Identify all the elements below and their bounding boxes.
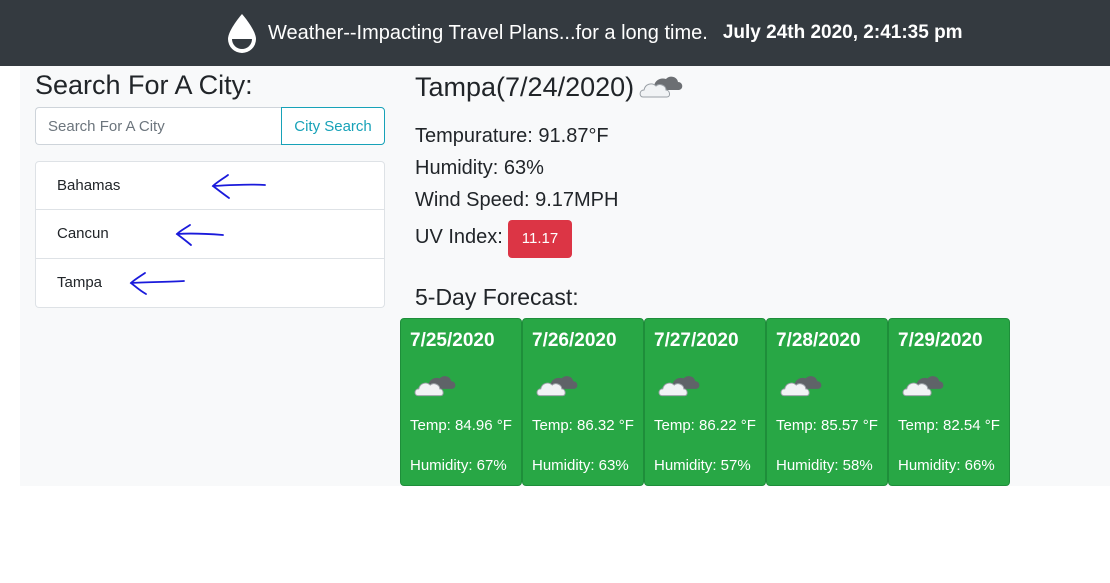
- uv-index-label: UV Index:: [415, 226, 503, 248]
- cloud-icon: [658, 376, 700, 397]
- forecast-temp: Temp: 84.96 °F: [410, 417, 512, 434]
- cloud-icon: [414, 376, 456, 397]
- water-drop-icon: [228, 14, 256, 53]
- forecast-humidity: Humidity: 57%: [654, 457, 751, 474]
- forecast-temp: Temp: 86.32 °F: [532, 417, 634, 434]
- uv-index-badge: 11.17: [508, 220, 572, 258]
- history-item-cancun[interactable]: Cancun: [35, 210, 385, 259]
- current-temperature: Tempurature: 91.87°F: [415, 125, 609, 147]
- forecast-date: 7/28/2020: [776, 330, 861, 351]
- current-datetime: July 24th 2020, 2:41:35 pm: [722, 22, 963, 43]
- hand-drawn-arrow-icon: [129, 272, 185, 295]
- forecast-heading: 5-Day Forecast:: [415, 284, 579, 310]
- forecast-card: 7/29/2020 Temp: 82.54 °F Humidity: 66%: [888, 318, 1010, 486]
- forecast-card: 7/28/2020 Temp: 85.57 °F Humidity: 58%: [766, 318, 888, 486]
- search-history-list: Bahamas Cancun Tampa: [35, 161, 385, 308]
- forecast-card: 7/27/2020 Temp: 86.22 °F Humidity: 57%: [644, 318, 766, 486]
- current-humidity: Humidity: 63%: [415, 157, 544, 179]
- forecast-temp: Temp: 85.57 °F: [776, 417, 878, 434]
- history-item-label: Cancun: [57, 225, 109, 242]
- cloud-icon: [536, 376, 578, 397]
- current-wind-speed: Wind Speed: 9.17MPH: [415, 189, 619, 211]
- forecast-humidity: Humidity: 58%: [776, 457, 873, 474]
- forecast-card: 7/26/2020 Temp: 86.32 °F Humidity: 63%: [522, 318, 644, 486]
- history-item-bahamas[interactable]: Bahamas: [35, 161, 385, 210]
- hand-drawn-arrow-icon: [211, 174, 266, 199]
- history-item-tampa[interactable]: Tampa: [35, 259, 385, 308]
- cloud-icon: [780, 376, 822, 397]
- current-city-title: Tampa(7/24/2020): [415, 72, 635, 102]
- history-item-label: Bahamas: [57, 177, 121, 194]
- forecast-date: 7/25/2020: [410, 330, 495, 351]
- cloud-icon: [902, 376, 944, 397]
- navbar-content: Weather--Impacting Travel Plans...for a …: [224, 12, 963, 54]
- forecast-temp: Temp: 86.22 °F: [654, 417, 756, 434]
- current-city-heading: Tampa(7/24/2020): [415, 72, 684, 103]
- cloud-icon: [639, 76, 683, 97]
- forecast-humidity: Humidity: 67%: [410, 457, 507, 474]
- forecast-temp: Temp: 82.54 °F: [898, 417, 1000, 434]
- forecast-date: 7/27/2020: [654, 330, 739, 351]
- city-search-button[interactable]: City Search: [281, 107, 385, 145]
- forecast-date: 7/29/2020: [898, 330, 983, 351]
- forecast-card: 7/25/2020 Temp: 84.96 °F Humidity: 67%: [400, 318, 522, 486]
- hand-drawn-arrow-icon: [175, 224, 224, 246]
- top-navbar: Weather--Impacting Travel Plans...for a …: [0, 0, 1110, 66]
- forecast-humidity: Humidity: 66%: [898, 457, 995, 474]
- forecast-humidity: Humidity: 63%: [532, 457, 629, 474]
- app-title: Weather--Impacting Travel Plans...for a …: [268, 21, 708, 44]
- search-heading: Search For A City:: [35, 70, 253, 100]
- history-item-label: Tampa: [57, 274, 103, 291]
- forecast-date: 7/26/2020: [532, 330, 617, 351]
- city-search-input[interactable]: [35, 107, 281, 145]
